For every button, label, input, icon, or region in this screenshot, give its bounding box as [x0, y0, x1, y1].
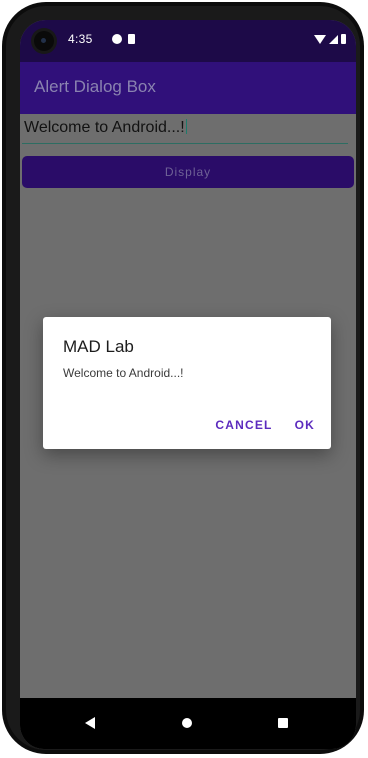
dialog-actions: CANCEL OK: [215, 418, 315, 432]
status-time: 4:35: [68, 32, 93, 46]
status-bar: 4:35: [20, 20, 356, 62]
app-title: Alert Dialog Box: [34, 77, 156, 96]
signal-icon: [329, 35, 338, 44]
message-input-value: Welcome to Android...!: [24, 119, 185, 136]
dialog-message: Welcome to Android...!: [63, 366, 184, 380]
alert-dialog: MAD Lab Welcome to Android...! CANCEL OK: [43, 317, 331, 449]
back-icon[interactable]: [85, 717, 95, 729]
wifi-icon: [314, 35, 326, 44]
message-input[interactable]: Welcome to Android...!: [22, 116, 348, 144]
navigation-bar: [20, 698, 356, 749]
cancel-button[interactable]: CANCEL: [215, 418, 272, 432]
screen: 4:35 Alert Dialog Box Welcome to Android…: [20, 20, 356, 749]
recents-icon[interactable]: [278, 718, 288, 728]
status-indicators: [314, 34, 346, 44]
notification-icon: [112, 34, 122, 44]
sim-card-icon: [128, 34, 135, 44]
dialog-title: MAD Lab: [63, 337, 134, 356]
display-button[interactable]: Display: [22, 156, 354, 188]
app-bar: Alert Dialog Box: [20, 62, 356, 114]
battery-icon: [341, 34, 346, 44]
home-icon[interactable]: [182, 718, 192, 728]
front-camera-icon: [34, 31, 54, 51]
text-cursor: [185, 119, 188, 134]
ok-button[interactable]: OK: [295, 418, 315, 432]
